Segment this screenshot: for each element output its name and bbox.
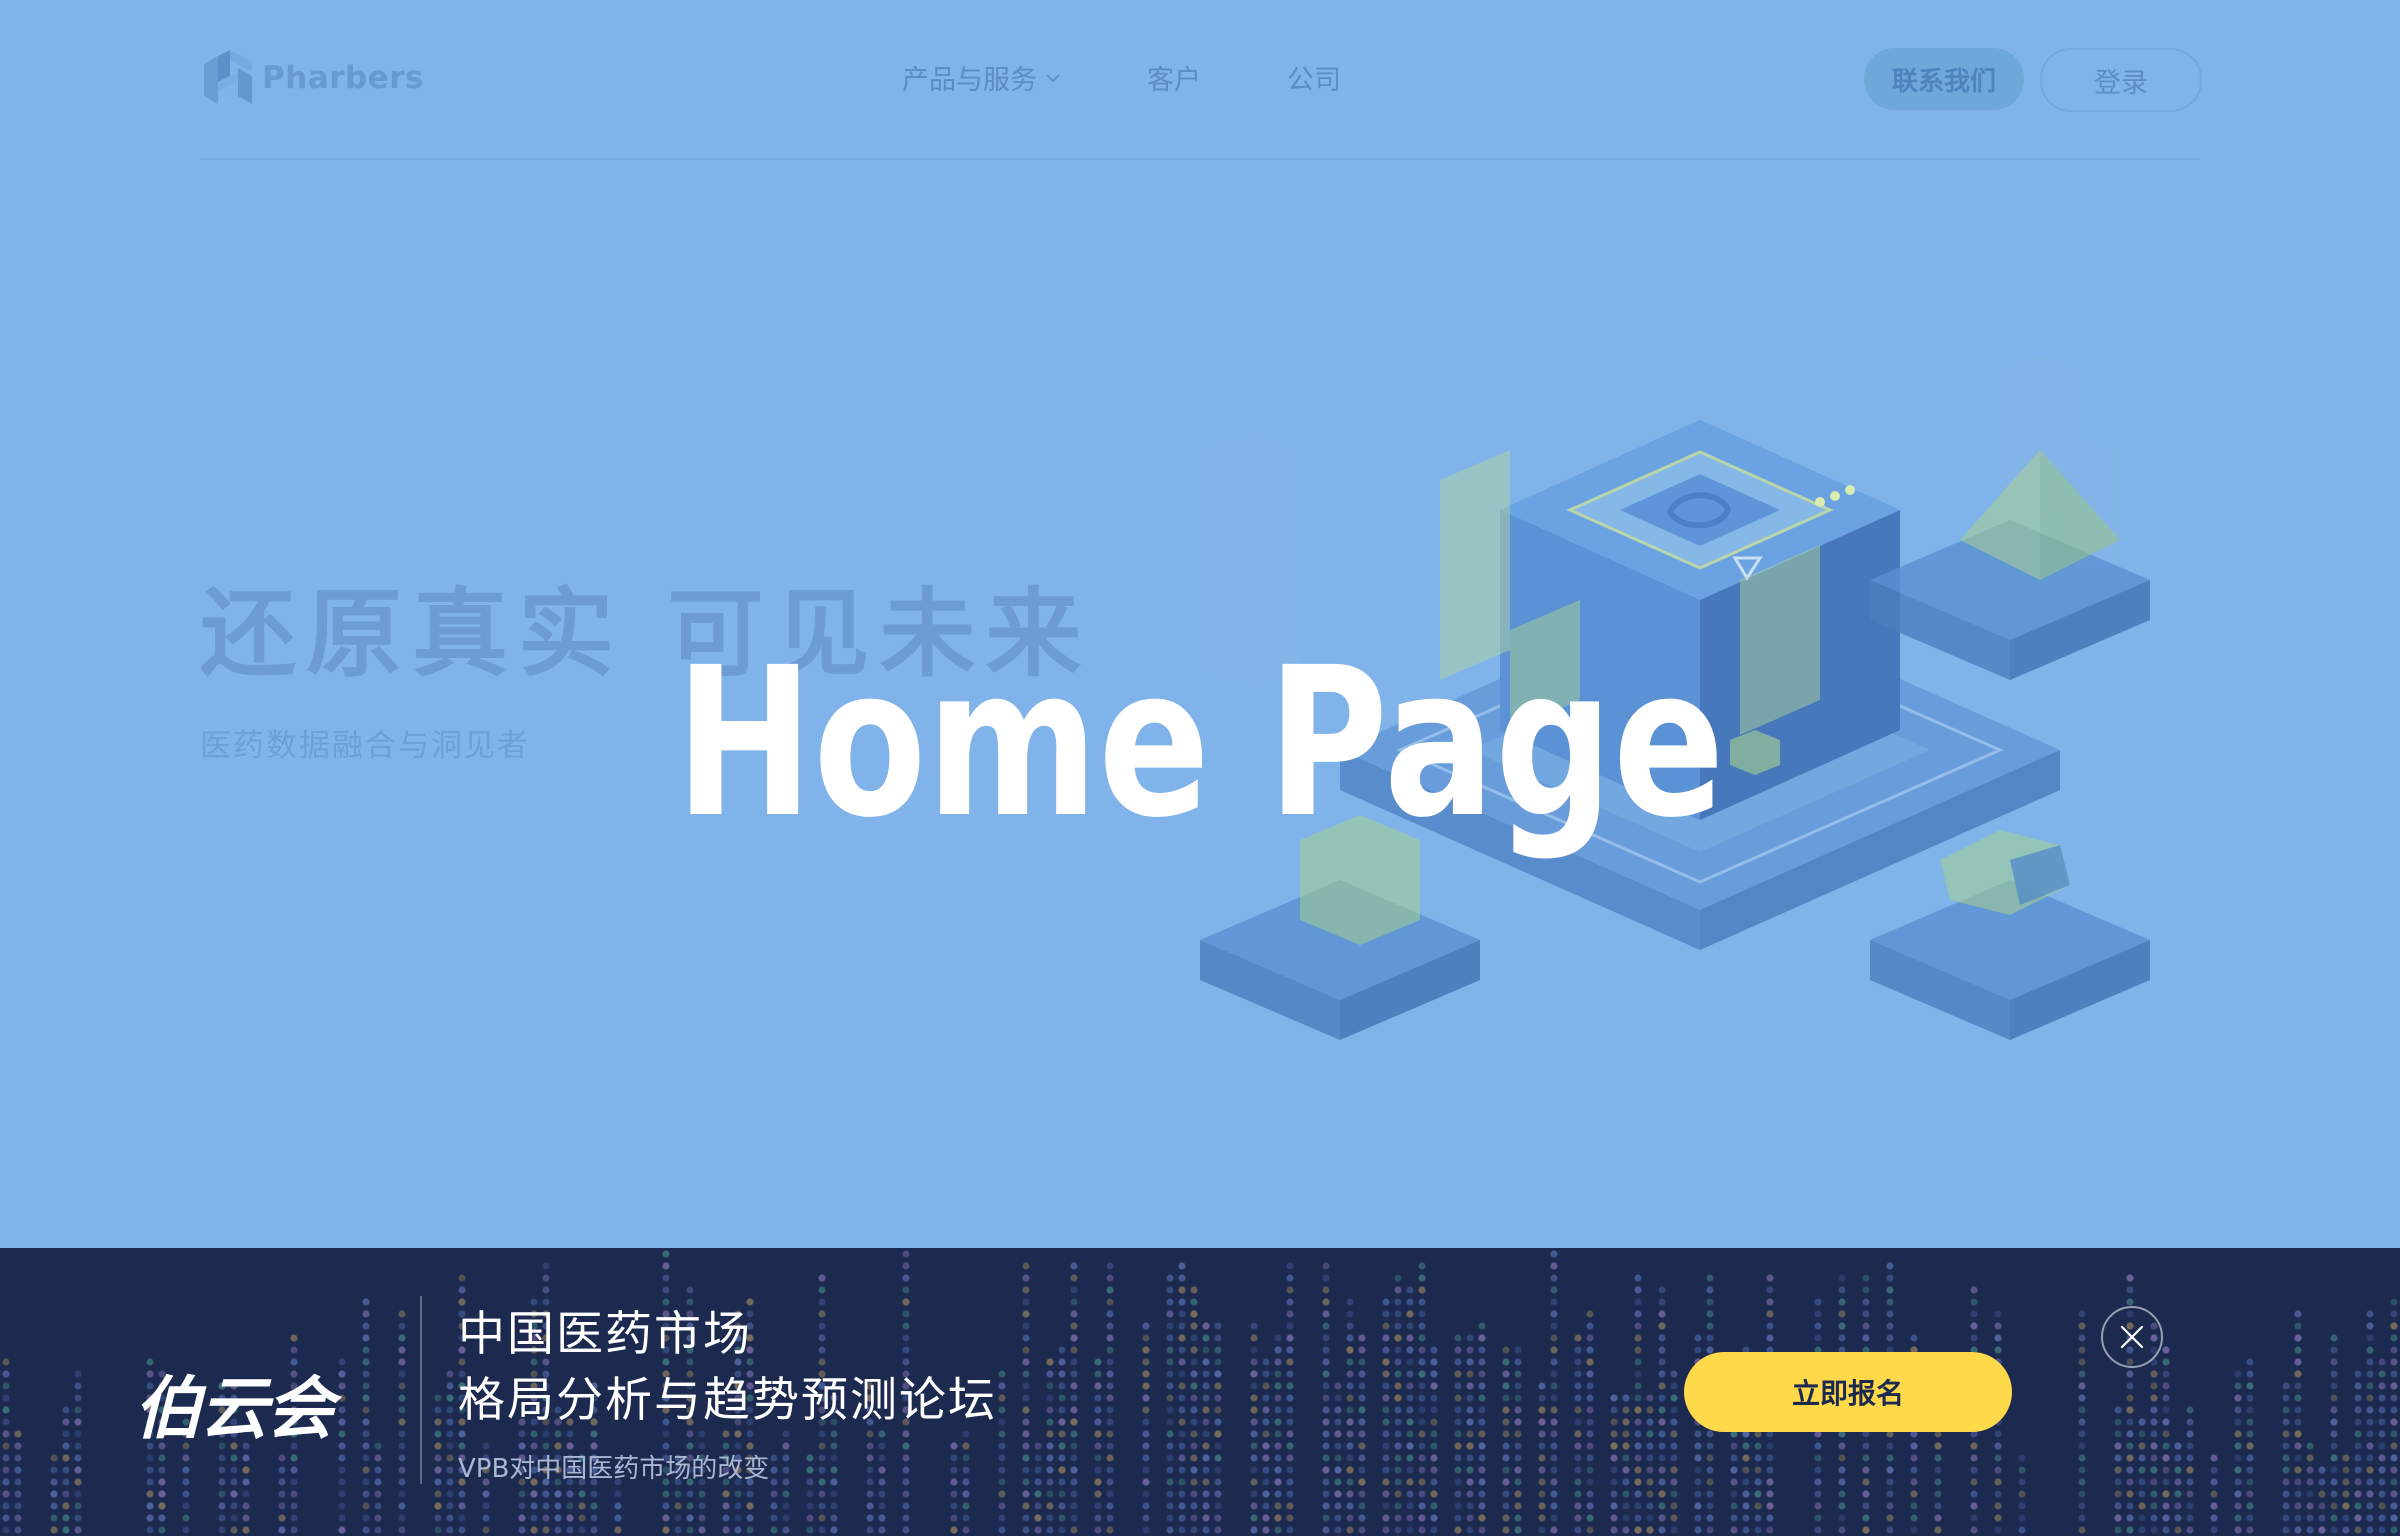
hero-subtitle: 医药数据融合与洞见者 [200,728,530,764]
chevron-down-icon [1046,73,1060,82]
nav-item-company[interactable]: 公司 [1287,58,1341,97]
banner-close-button[interactable] [2101,1306,2163,1368]
register-button[interactable]: 立即报名 [1684,1352,2012,1432]
banner-title-line-2: 格局分析与趋势预测论坛 [458,1373,997,1428]
banner-title-line-1: 中国医药市场 [458,1307,752,1362]
banner-title: 中国医药市场 格局分析与趋势预测论坛 [458,1302,997,1434]
top-navigation: Pharbers 产品与服务 客户 公司 联系我们 登录 [200,0,2202,160]
brand-logo[interactable]: Pharbers [200,46,424,110]
isometric-platform-illustration [1200,355,2150,1040]
main-nav: 产品与服务 客户 公司 [902,58,1341,97]
banner-subtitle: VPB对中国医药市场的改变 [458,1454,770,1484]
login-button[interactable]: 登录 [2040,48,2202,112]
banner-divider [420,1296,422,1484]
nav-item-label: 公司 [1287,65,1341,96]
close-icon [2120,1325,2144,1349]
nav-item-products-services[interactable]: 产品与服务 [902,58,1061,97]
pharbers-logo-icon [204,50,252,104]
nav-item-label: 客户 [1147,65,1201,96]
banner-dot-pattern [2,1250,2398,1534]
banner-logo: 伯云会 [134,1370,334,1449]
hero-title: 还原真实 可见未来 [200,578,1092,690]
brand-name: Pharbers [262,60,424,96]
nav-item-label: 产品与服务 [902,65,1037,96]
contact-us-button[interactable]: 联系我们 [1864,48,2024,110]
event-banner: 伯云会 中国医药市场 格局分析与趋势预测论坛 VPB对中国医药市场的改变 立即报… [0,1248,2400,1536]
nav-item-customers[interactable]: 客户 [1147,58,1201,97]
